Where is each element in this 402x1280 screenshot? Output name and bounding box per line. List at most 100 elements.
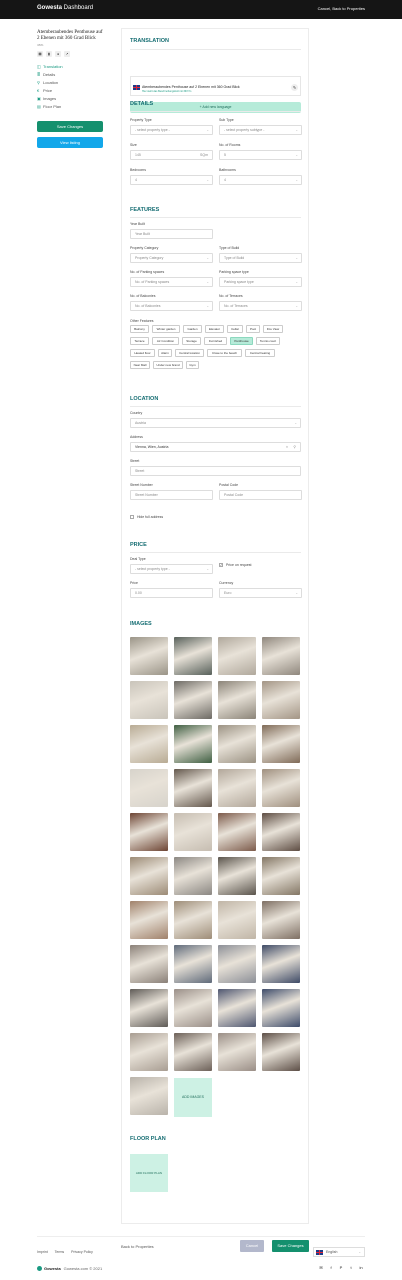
bedrooms-select[interactable]: 4 ⌄ (130, 175, 213, 185)
feature-tag[interactable]: Alarm (158, 349, 172, 357)
feature-tag[interactable]: Close to the beach (207, 349, 242, 357)
feature-tag[interactable]: Central location (175, 349, 204, 357)
street-number-input[interactable]: Street Number (130, 490, 213, 500)
feature-tag[interactable]: Elevator (205, 325, 224, 333)
currency-select[interactable]: Euro ⌄ (219, 588, 302, 598)
feature-tag[interactable]: Garden (183, 325, 202, 333)
property-image-thumbnail[interactable] (262, 989, 300, 1027)
email-icon[interactable]: ✉ (318, 1265, 324, 1271)
property-image-thumbnail[interactable] (174, 1033, 212, 1071)
imprint-link[interactable]: Imprint (37, 1250, 48, 1254)
save-changes-button[interactable]: Save Changes (37, 121, 103, 132)
property-type-select[interactable]: - select property type - ⌄ (130, 125, 213, 135)
brand-logo[interactable]: Gowesta Dashboard (37, 5, 93, 11)
twitter-icon[interactable]: t (348, 1265, 354, 1271)
sidebar-item-images[interactable]: ▣ Images (37, 95, 103, 103)
terraces-select[interactable]: No. of Terraces ⌄ (219, 301, 302, 311)
property-image-thumbnail[interactable] (130, 945, 168, 983)
feature-tag[interactable]: Winter garden (152, 325, 180, 333)
property-image-thumbnail[interactable] (218, 637, 256, 675)
bathrooms-select[interactable]: 4 ⌄ (219, 175, 302, 185)
clear-icon[interactable]: × (286, 443, 288, 451)
property-image-thumbnail[interactable] (218, 945, 256, 983)
sidebar-item-location[interactable]: ⚲ Location (37, 79, 103, 87)
parking-type-select[interactable]: Parking space type ⌄ (219, 277, 302, 287)
feature-tag[interactable]: Fire View (263, 325, 283, 333)
save-changes-bottom-button[interactable]: Save Changes (272, 1240, 309, 1252)
share-icon[interactable]: ↗ (64, 51, 70, 57)
property-image-thumbnail[interactable] (130, 681, 168, 719)
property-image-thumbnail[interactable] (218, 681, 256, 719)
pinterest-icon[interactable]: P (338, 1265, 344, 1271)
property-image-thumbnail[interactable] (218, 857, 256, 895)
street-input[interactable]: Street (130, 466, 301, 476)
sidebar-item-translation[interactable]: ◫ Translation (37, 63, 103, 71)
add-images-button[interactable]: ADD IMAGES (174, 1078, 212, 1117)
property-image-thumbnail[interactable] (174, 945, 212, 983)
language-select[interactable]: English ⌄ (313, 1247, 365, 1257)
feature-tag[interactable]: Air Condition (152, 337, 179, 345)
property-image-thumbnail[interactable] (218, 901, 256, 939)
property-image-thumbnail[interactable] (130, 725, 168, 763)
property-image-thumbnail[interactable] (174, 857, 212, 895)
property-image-thumbnail[interactable] (218, 813, 256, 851)
price-input[interactable]: 0.00 (130, 588, 213, 598)
feature-tag[interactable]: Pool (246, 325, 260, 333)
property-image-thumbnail[interactable] (262, 1033, 300, 1071)
property-image-thumbnail[interactable] (130, 769, 168, 807)
cancel-button[interactable]: Cancel (240, 1240, 264, 1252)
balconies-select[interactable]: No. of Balconies ⌄ (130, 301, 213, 311)
feature-tag[interactable]: Under new brand (153, 361, 183, 369)
eye-icon[interactable]: ● (55, 51, 61, 57)
property-image-thumbnail[interactable] (174, 681, 212, 719)
property-image-thumbnail[interactable] (262, 725, 300, 763)
property-image-thumbnail[interactable] (174, 637, 212, 675)
property-image-thumbnail[interactable] (262, 901, 300, 939)
sidebar-item-price[interactable]: € Price (37, 87, 103, 95)
year-built-input[interactable]: Year Built (130, 229, 213, 239)
feature-tag-selected[interactable]: Penthouse (230, 337, 253, 345)
privacy-link[interactable]: Privacy Policy (71, 1250, 93, 1254)
linkedin-icon[interactable]: in (358, 1265, 364, 1271)
property-image-thumbnail[interactable] (174, 769, 212, 807)
feature-tag[interactable]: Tennis court (256, 337, 280, 345)
sidebar-item-details[interactable]: ≣ Details (37, 71, 103, 79)
property-image-thumbnail[interactable] (218, 725, 256, 763)
feature-tag[interactable]: Heated floor (130, 349, 155, 357)
property-image-thumbnail[interactable] (130, 989, 168, 1027)
feature-tag[interactable]: Balcony (130, 325, 149, 333)
property-image-thumbnail[interactable] (174, 989, 212, 1027)
property-image-thumbnail[interactable] (218, 769, 256, 807)
rooms-select[interactable]: 5 ⌄ (219, 150, 302, 160)
feature-tag[interactable]: Central heating (245, 349, 275, 357)
add-floor-plan-button[interactable]: ADD FLOOR PLAN (130, 1154, 168, 1192)
property-image-thumbnail[interactable] (174, 813, 212, 851)
property-image-thumbnail[interactable] (130, 857, 168, 895)
feature-tag[interactable]: Furnished (204, 337, 227, 345)
postal-code-input[interactable]: Postal Code (219, 490, 302, 500)
property-image-thumbnail[interactable] (262, 813, 300, 851)
sidebar-item-floor-plan[interactable]: ▤ Floor Plan (37, 103, 103, 111)
edit-pencil-icon[interactable]: ✎ (291, 84, 298, 91)
property-image-thumbnail[interactable] (218, 1033, 256, 1071)
property-image-thumbnail[interactable] (262, 857, 300, 895)
footer-logo[interactable]: Gowesta Gowesta.com © 2021 (37, 1266, 102, 1272)
property-image-thumbnail[interactable] (218, 989, 256, 1027)
property-category-select[interactable]: Property Category ⌄ (130, 253, 213, 263)
feature-tag[interactable]: Storage (182, 337, 201, 345)
feature-tag[interactable]: Terrace (130, 337, 149, 345)
feature-tag[interactable]: Gym (186, 361, 199, 369)
property-image-thumbnail[interactable] (262, 637, 300, 675)
property-image-thumbnail[interactable] (130, 901, 168, 939)
view-listing-button[interactable]: View listing (37, 137, 103, 148)
property-image-thumbnail[interactable] (262, 945, 300, 983)
price-on-request-checkbox[interactable]: ✓ (219, 563, 223, 567)
feature-tag[interactable]: Cellar (227, 325, 243, 333)
feature-tag[interactable]: Near Mall (130, 361, 150, 369)
property-image-thumbnail[interactable] (262, 681, 300, 719)
country-select[interactable]: Austria ⌄ (130, 418, 301, 428)
trash-icon[interactable]: ▮ (46, 51, 52, 57)
type-of-build-select[interactable]: Type of Build ⌄ (219, 253, 302, 263)
back-to-properties-link[interactable]: Back to Properties (121, 1244, 154, 1249)
sub-type-select[interactable]: - select property subtype - ⌄ (219, 125, 302, 135)
